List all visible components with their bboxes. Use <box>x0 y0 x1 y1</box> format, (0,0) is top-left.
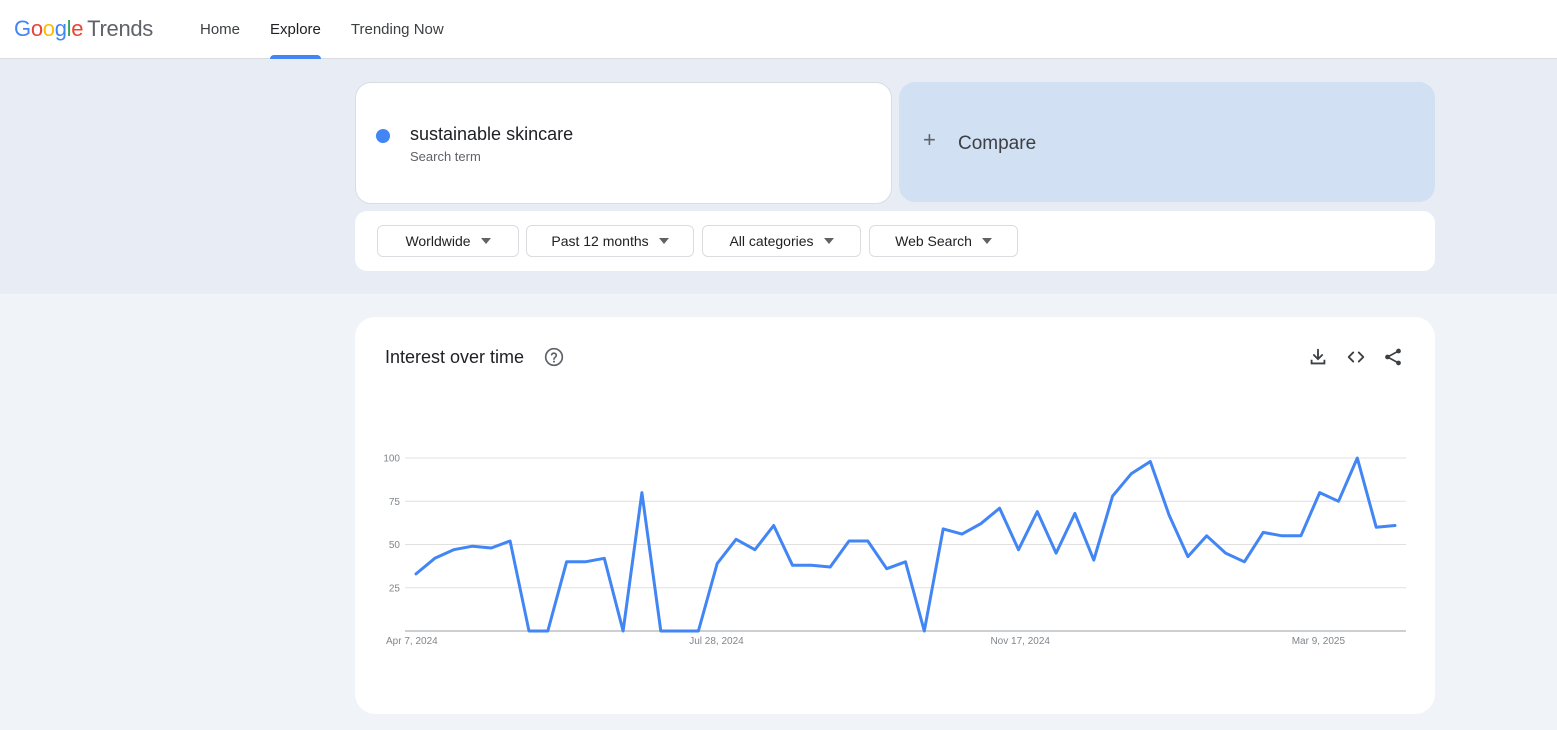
x-tick-label: Nov 17, 2024 <box>990 636 1050 647</box>
y-tick-label: 100 <box>383 454 400 465</box>
nav-trending-now[interactable]: Trending Now <box>351 0 444 59</box>
plus-icon: + <box>923 127 936 152</box>
region-value: Worldwide <box>405 233 471 249</box>
logo-letter: o <box>30 16 43 41</box>
logo-suffix: Trends <box>87 16 154 41</box>
top-bar: Google Trends Home Explore Trending Now <box>0 0 1557 59</box>
x-tick-label: Jul 28, 2024 <box>689 636 744 647</box>
caret-down-icon <box>823 238 834 244</box>
search-term-card[interactable]: sustainable skincare Search term <box>355 82 892 204</box>
search-term-text[interactable]: sustainable skincare <box>410 124 573 145</box>
y-tick-label: 75 <box>389 497 401 508</box>
search-term-type: Search term <box>410 149 481 164</box>
logo-letter: g <box>54 16 67 41</box>
x-tick-label: Mar 9, 2025 <box>1292 636 1346 647</box>
nav-explore[interactable]: Explore <box>270 0 321 59</box>
caret-down-icon <box>981 238 992 244</box>
logo-letter: G <box>14 16 31 41</box>
logo-letter: o <box>42 16 55 41</box>
interest-line-chart: 25 50 75 100 Apr 7, 2024 Jul 28, 2024 Nov 17, … <box>383 454 1406 647</box>
category-value: All categories <box>729 233 814 249</box>
region-dropdown[interactable]: Worldwide <box>377 225 519 257</box>
compare-button[interactable]: + Compare <box>899 82 1435 202</box>
search-property-dropdown[interactable]: Web Search <box>869 225 1018 257</box>
interest-over-time-card: Interest over time 25 50 75 100 Apr 7, 2024 J… <box>355 317 1435 714</box>
logo-letter: e <box>71 16 84 41</box>
x-tick-label: Apr 7, 2024 <box>386 636 438 647</box>
term-color-dot <box>376 129 390 143</box>
caret-down-icon <box>658 238 669 244</box>
caret-down-icon <box>480 238 491 244</box>
category-dropdown[interactable]: All categories <box>702 225 861 257</box>
time-range-dropdown[interactable]: Past 12 months <box>526 225 694 257</box>
nav-home[interactable]: Home <box>200 0 240 59</box>
google-trends-logo[interactable]: Google Trends <box>14 16 153 42</box>
search-property-value: Web Search <box>895 233 972 249</box>
main-nav: Home Explore Trending Now <box>200 0 444 59</box>
filter-bar: Worldwide Past 12 months All categories … <box>355 211 1435 271</box>
y-tick-label: 50 <box>389 540 401 551</box>
compare-label: Compare <box>958 133 1037 154</box>
y-tick-label: 25 <box>389 583 401 594</box>
time-range-value: Past 12 months <box>551 233 649 249</box>
